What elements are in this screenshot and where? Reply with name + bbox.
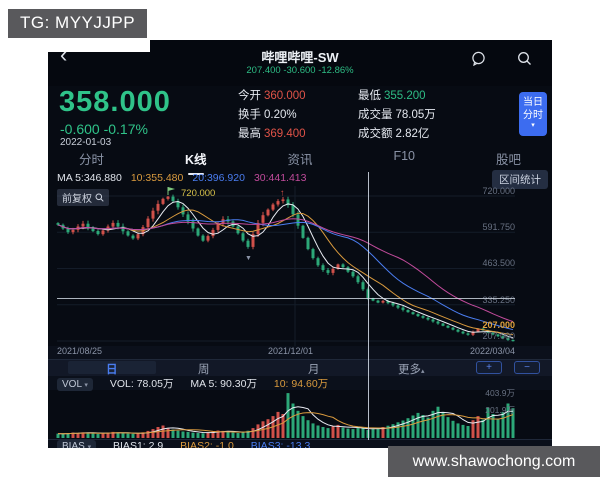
current-price-tag: 207.000 [482,320,515,330]
period-day[interactable]: 日 [106,361,118,377]
stat-open: 今开 360.000 [238,90,306,102]
stock-subtitle-quote: 207.400 -30.600 -12.86% [246,65,354,76]
stats-column-2: 最低 355.200 成交量 78.05万 成交额 2.82亿 [358,87,436,144]
stat-volume: 成交量 78.05万 [358,109,436,121]
volume-ma10: 10: 94.60万 [273,378,329,390]
tg-badge: TG: MYYJJPP [8,9,148,38]
kline-chart[interactable]: ↑ ▼ 前复权 720.000 720.000 591.750 463.500 3… [48,186,552,346]
crosshair-horizontal[interactable] [57,298,515,299]
ma-legend: MA 5:346.880 10:355.480 20:396.920 30:441.4… [48,170,552,189]
last-price: 358.000 [59,86,171,118]
volume-value: VOL: 78.05万 [109,378,174,390]
svg-text:↑: ↑ [280,187,285,197]
bias3-value: BIAS3: -13.3 [250,440,311,448]
stats-column-1: 今开 360.000 换手 0.20% 最高 369.400 [238,87,306,144]
ma30-value: 30:441.413 [253,172,307,184]
tab-intraday[interactable]: 分时 [79,146,104,172]
magnifier-icon [95,193,104,202]
ma10-value: 10:355.480 [130,172,184,184]
bias-indicator-dropdown[interactable]: BIAS ▾ [57,440,97,448]
triangle-icon: ▴ [421,368,425,375]
stat-low: 最低 355.200 [358,90,426,102]
period-toolbar: 日 周 月 更多▴ + − [48,359,552,377]
stock-app-screen: ‹ 哔哩哔哩-SW 207.400 -30.600 -12.86% 358.00… [48,40,552,448]
adjust-mode-chip[interactable]: 前复权 [57,189,109,206]
ma20-value: 20:396.920 [192,172,245,184]
stat-high: 最高 369.400 [238,128,306,140]
period-week[interactable]: 周 [198,361,210,377]
stat-amount: 成交额 2.82亿 [358,128,430,140]
tab-forum[interactable]: 股吧 [496,146,521,172]
price-change: -0.600 -0.17% [60,121,148,137]
chevron-down-icon: ▾ [84,382,88,389]
tab-kline[interactable]: K线 [185,146,207,175]
volume-axis-label: 201.9万 [485,405,515,415]
volume-axis-label: 403.9万 [485,388,515,398]
date-axis: 2021/08/25 2021/12/01 2022/03/04 [48,346,552,359]
tab-news[interactable]: 资讯 [287,146,312,172]
volume-ma5: MA 5: 90.30万 [190,378,257,390]
ma5-value: MA 5:346.880 [57,172,122,184]
peak-price-label: 720.000 [181,188,216,199]
period-month[interactable]: 月 [308,361,320,377]
tab-f10[interactable]: F10 [393,146,415,172]
stat-turnover: 换手 0.20% [238,109,297,121]
zoom-out-button[interactable]: − [514,361,540,374]
intraday-switch-button[interactable]: 当日 分时 ▾ [519,92,547,136]
svg-text:▼: ▼ [245,255,252,262]
crosshair-vertical[interactable] [368,172,369,440]
watermark-badge: www.shawochong.com [388,446,600,477]
zoom-in-button[interactable]: + [476,361,502,374]
chevron-down-icon: ▾ [531,122,535,129]
chat-icon[interactable] [471,51,486,66]
chevron-down-icon: ▾ [87,444,92,448]
bias1-value: BIAS1: 2.9 [113,440,164,448]
bias2-value: BIAS2: -1.0 [180,440,234,448]
search-icon[interactable] [517,51,532,66]
tab-bar: 分时 K线 资讯 F10 股吧 [48,146,552,175]
period-more[interactable]: 更多▴ [398,361,425,377]
